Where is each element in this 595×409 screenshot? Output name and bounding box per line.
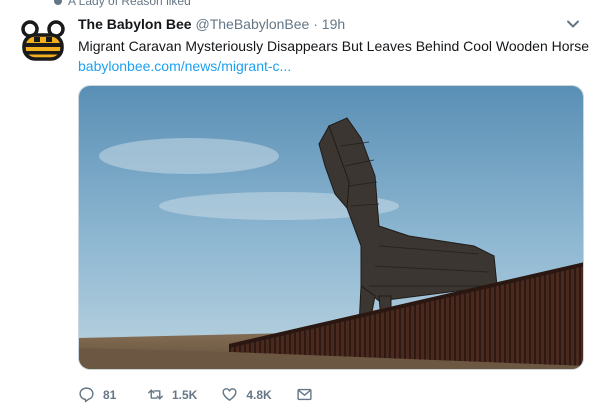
reply-button[interactable]: 81 <box>78 386 123 403</box>
like-count: 4.8K <box>246 387 272 402</box>
timestamp[interactable]: 19h <box>322 16 345 32</box>
user-icon <box>54 0 62 5</box>
social-context: A Lady of Reason liked <box>54 0 191 8</box>
chevron-down-icon[interactable] <box>566 17 580 31</box>
bee-logo-icon <box>21 20 65 61</box>
reply-icon <box>79 387 94 403</box>
trojan-horse-image <box>79 86 583 369</box>
envelope-icon <box>297 388 312 401</box>
like-button[interactable]: 4.8K <box>221 386 272 403</box>
tweet-link[interactable]: babylonbee.com/news/migrant-c... <box>78 57 291 75</box>
reply-count: 81 <box>103 387 117 402</box>
heart-icon <box>222 388 237 401</box>
author-name[interactable]: The Babylon Bee <box>78 16 192 32</box>
tweet-image[interactable] <box>78 85 584 370</box>
tweet-actions: 81 1.5K 4.8K <box>78 386 337 403</box>
social-context-text: A Lady of Reason liked <box>68 0 191 8</box>
retweet-button[interactable]: 1.5K <box>147 386 197 403</box>
avatar[interactable] <box>20 17 66 63</box>
tweet-header: The Babylon Bee @TheBabylonBee · 19h <box>78 16 345 32</box>
tweet[interactable]: A Lady of Reason liked The Babylon Bee @… <box>0 0 595 409</box>
direct-message-button[interactable] <box>296 386 313 403</box>
retweet-icon <box>148 389 163 400</box>
tweet-text: Migrant Caravan Mysteriously Disappears … <box>78 38 589 54</box>
retweet-count: 1.5K <box>172 387 198 402</box>
separator: · <box>313 16 318 32</box>
author-handle[interactable]: @TheBabylonBee <box>195 16 309 32</box>
